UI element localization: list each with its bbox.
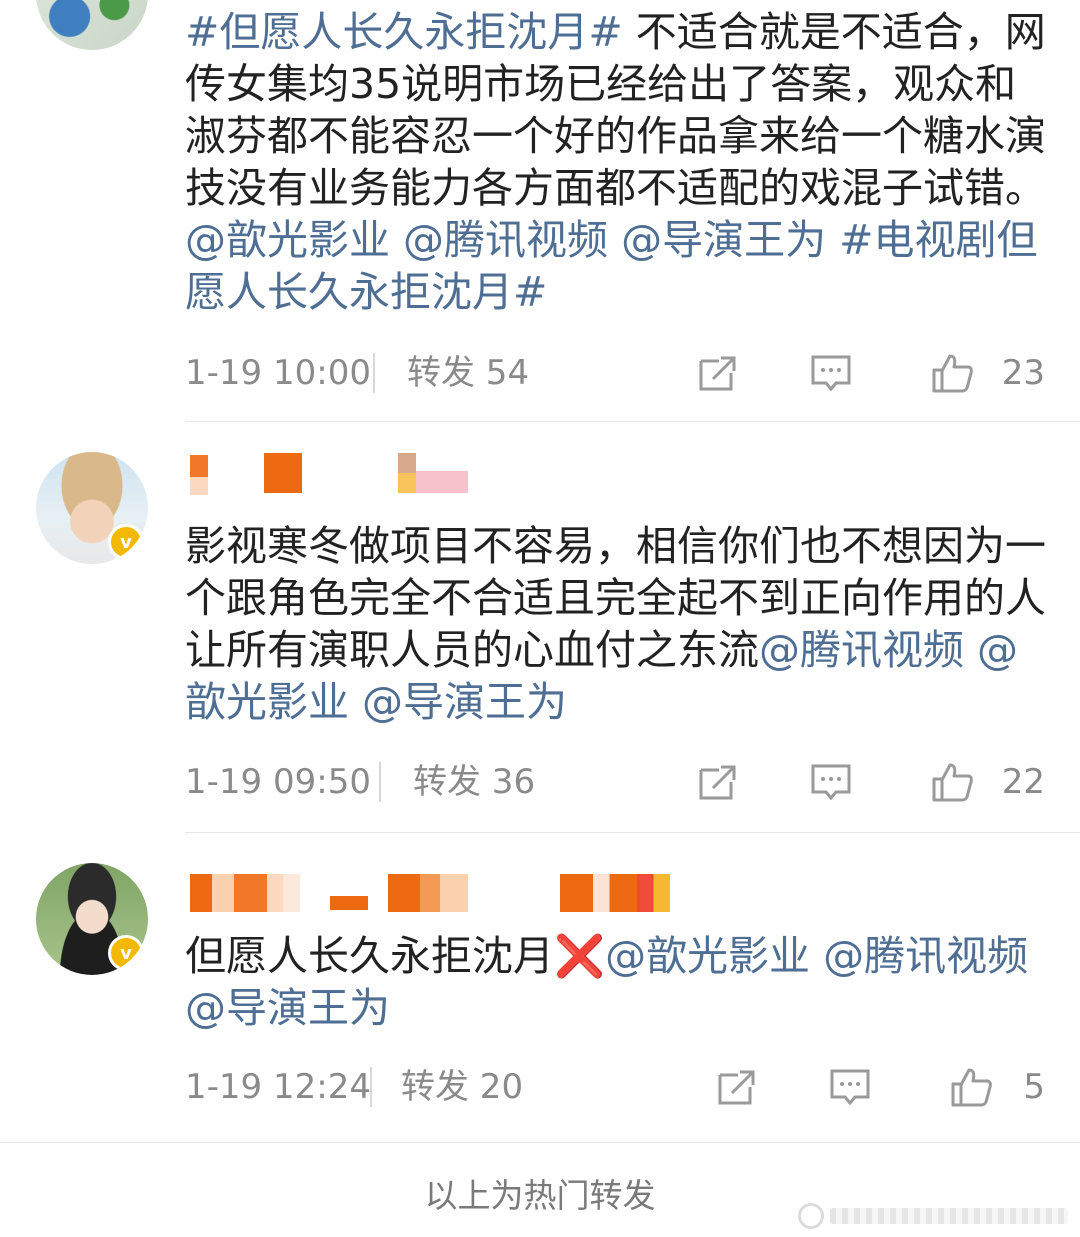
post-text: 但愿人长久永拒沈月 (185, 932, 554, 980)
footer: 以上为热门转发 (0, 1142, 1080, 1237)
share-icon[interactable] (716, 1067, 758, 1107)
mention-link[interactable]: @导演王为 (185, 984, 390, 1032)
mention-link[interactable]: @歆光影业 (605, 932, 810, 980)
like-icon[interactable] (950, 1067, 992, 1107)
comment-icon[interactable] (810, 353, 852, 393)
post-body: 影视寒冬做项目不容易，相信你们也不想因为一个跟角色完全不合适且完全起不到正向作用… (185, 520, 1055, 728)
post-text (826, 216, 839, 264)
watermark-text-blurred (830, 1208, 1068, 1224)
mention-link[interactable]: @腾讯视频 (759, 626, 964, 674)
post-time: 1-19 09:50 (185, 762, 371, 802)
divider (379, 762, 381, 802)
post-text (810, 932, 823, 980)
comment-icon[interactable] (810, 762, 852, 802)
watermark (798, 1203, 1068, 1229)
hashtag-link[interactable]: #但愿人长久永拒沈月# (185, 8, 623, 56)
repost-count[interactable]: 转发 20 (401, 1062, 523, 1112)
post-body: #但愿人长久永拒沈月# 不适合就是不适合，网传女集均35说明市场已经给出了答案，… (185, 6, 1055, 318)
mention-link[interactable]: @腾讯视频 (403, 216, 608, 264)
like-count: 22 (1001, 762, 1045, 802)
cross-emoji-icon: ❌ (554, 932, 606, 980)
post-text (349, 678, 362, 726)
post-text (608, 216, 621, 264)
mention-link[interactable]: @腾讯视频 (823, 932, 1028, 980)
avatar[interactable]: v (36, 863, 148, 975)
like-count: 5 (1023, 1067, 1045, 1107)
share-icon[interactable] (697, 762, 739, 802)
post-meta: 1-19 09:50 转发 36 22 (185, 757, 1045, 807)
mention-link[interactable]: @导演王为 (362, 678, 567, 726)
comment-icon[interactable] (829, 1067, 871, 1107)
post-time: 1-19 12:24 (185, 1067, 371, 1107)
avatar[interactable] (36, 0, 148, 50)
share-icon[interactable] (697, 353, 739, 393)
divider (370, 1067, 372, 1107)
watermark-logo-icon (798, 1203, 824, 1229)
username-blurred[interactable] (190, 453, 468, 495)
like-icon[interactable] (931, 353, 973, 393)
username-blurred[interactable] (190, 874, 670, 912)
avatar[interactable]: v (36, 452, 148, 564)
like-icon[interactable] (931, 762, 973, 802)
post-meta: 1-19 10:00 转发 54 23 (185, 348, 1045, 398)
post-meta: 1-19 12:24 转发 20 5 (185, 1062, 1045, 1112)
verified-icon: v (108, 524, 144, 560)
mention-link[interactable]: @导演王为 (621, 216, 826, 264)
mention-link[interactable]: @歆光影业 (185, 216, 390, 264)
like-count: 23 (1001, 353, 1045, 393)
repost-count[interactable]: 转发 54 (407, 348, 529, 398)
separator (185, 421, 1080, 422)
verified-icon: v (108, 935, 144, 971)
post-text (390, 216, 403, 264)
post-text (964, 626, 977, 674)
separator (185, 832, 1080, 833)
repost-count[interactable]: 转发 36 (413, 757, 535, 807)
post-body: 但愿人长久永拒沈月❌@歆光影业 @腾讯视频 @导演王为 (185, 930, 1055, 1034)
divider (373, 353, 375, 393)
post-time: 1-19 10:00 (185, 353, 371, 393)
